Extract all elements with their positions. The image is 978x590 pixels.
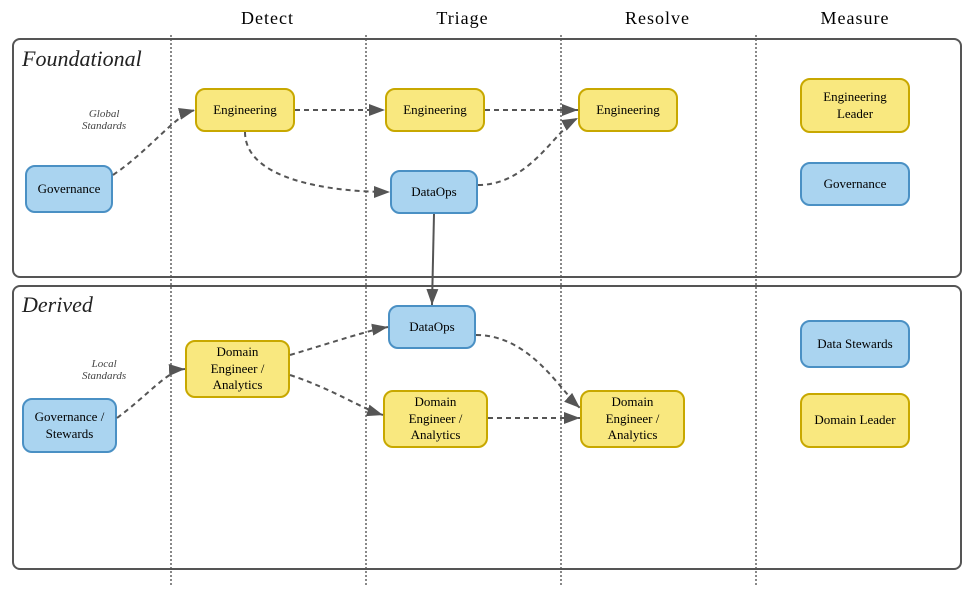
col-triage: Triage — [365, 8, 560, 29]
derived-domain-eng-triage-node: Domain Engineer / Analytics — [383, 390, 488, 448]
col-resolve: Resolve — [560, 8, 755, 29]
col-measure: Measure — [755, 8, 955, 29]
foundational-eng-triage-node: Engineering — [385, 88, 485, 132]
foundational-governance-node: Governance — [25, 165, 113, 213]
foundational-governance-measure-node: Governance — [800, 162, 910, 206]
col-detect: Detect — [170, 8, 365, 29]
foundational-eng-detect-node: Engineering — [195, 88, 295, 132]
derived-domain-eng-resolve-node: Domain Engineer / Analytics — [580, 390, 685, 448]
local-standards-label: LocalStandards — [82, 358, 126, 382]
derived-data-stewards-node: Data Stewards — [800, 320, 910, 368]
derived-domain-eng-detect-node: Domain Engineer / Analytics — [185, 340, 290, 398]
derived-label: Derived — [22, 292, 93, 318]
foundational-frame — [12, 38, 962, 278]
derived-governance-stewards-node: Governance / Stewards — [22, 398, 117, 453]
foundational-eng-leader-node: Engineering Leader — [800, 78, 910, 133]
foundational-dataops-triage-node: DataOps — [390, 170, 478, 214]
col-headers: Detect Triage Resolve Measure — [170, 8, 960, 29]
derived-dataops-triage-node: DataOps — [388, 305, 476, 349]
foundational-eng-resolve-node: Engineering — [578, 88, 678, 132]
diagram-container: Detect Triage Resolve Measure Foundation… — [0, 0, 978, 590]
foundational-label: Foundational — [22, 46, 142, 72]
global-standards-label: GlobalStandards — [82, 108, 126, 132]
derived-domain-leader-node: Domain Leader — [800, 393, 910, 448]
